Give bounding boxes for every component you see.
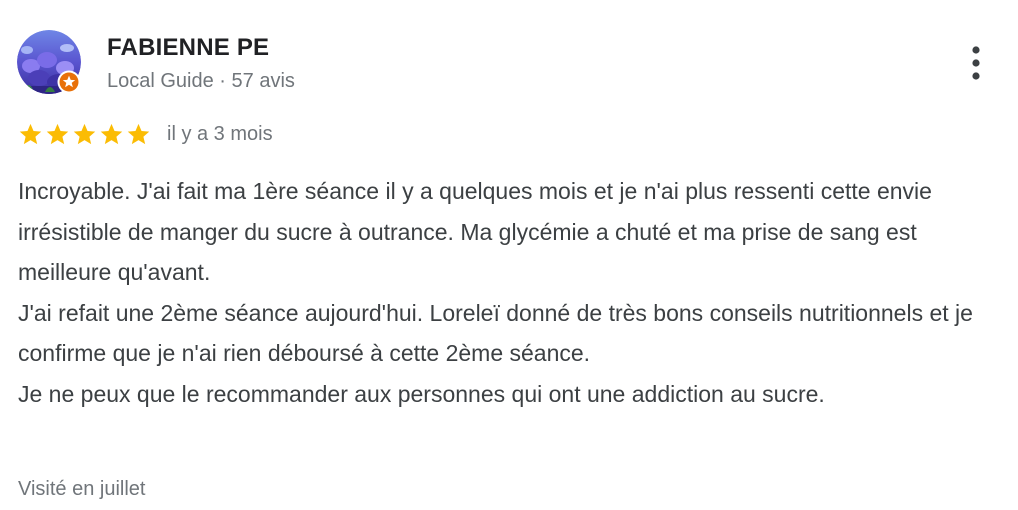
- star-icon: [100, 123, 123, 144]
- review-card: FABIENNE PE Local Guide · 57 avis il y a…: [0, 0, 1018, 510]
- avatar[interactable]: [17, 30, 81, 94]
- review-date: il y a 3 mois: [167, 123, 273, 145]
- star-icon: [19, 123, 42, 144]
- star-rating: [18, 122, 151, 147]
- reviewer-meta: Local Guide · 57 avis: [107, 70, 295, 92]
- star-icon: [73, 123, 96, 144]
- local-guide-star-icon: [57, 70, 81, 94]
- visit-info: Visité en juillet: [18, 478, 146, 500]
- reviewer-name[interactable]: FABIENNE PE: [107, 34, 269, 62]
- star-icon: [127, 123, 150, 144]
- rating-row: il y a 3 mois: [18, 120, 273, 148]
- review-text: Incroyable. J'ai fait ma 1ère séance il …: [18, 178, 973, 407]
- more-vertical-icon: [972, 46, 980, 80]
- star-icon: [46, 123, 69, 144]
- more-options-button[interactable]: [956, 40, 996, 86]
